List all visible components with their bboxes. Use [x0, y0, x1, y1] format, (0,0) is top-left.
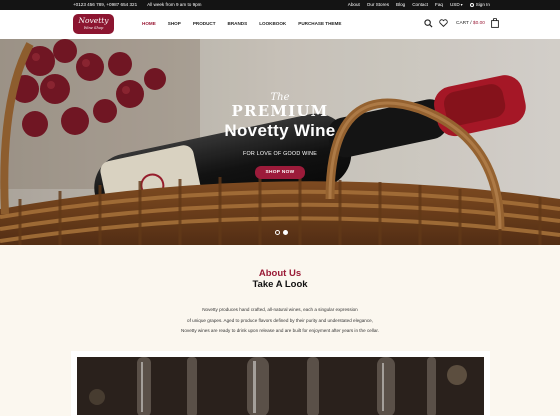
hero-premium-text: PREMIUM: [231, 102, 329, 120]
search-icon[interactable]: [424, 18, 433, 28]
top-link-about[interactable]: About: [348, 2, 360, 7]
cart-label: CART /: [456, 20, 472, 26]
top-bar: +0123 456 789, +0987 654 321 All week fr…: [0, 0, 560, 10]
site-logo[interactable]: Novetty Wine Shop: [73, 14, 114, 34]
top-link-contact[interactable]: Contact: [412, 2, 428, 7]
top-link-our-stores[interactable]: Our Stores: [367, 2, 389, 7]
wishlist-heart-icon[interactable]: [439, 19, 448, 27]
top-link-blog[interactable]: Blog: [396, 2, 405, 7]
user-icon: [469, 2, 474, 7]
gallery-frame: [71, 351, 490, 416]
about-line-3: Novetty wines are ready to drink upon re…: [181, 328, 379, 333]
about-line-2: of unique grapes. Aged to produce flavor…: [187, 317, 373, 323]
hero-title: Novetty Wine: [224, 121, 336, 140]
about-section: About Us Take A Look Novetty produces ha…: [0, 268, 560, 337]
nav-item-home[interactable]: HOME: [142, 21, 156, 26]
wine-glasses-illustration: [77, 357, 484, 415]
slider-pagination: [275, 230, 288, 235]
about-line-1: Novetty produces hand crafted, all-natur…: [202, 307, 358, 312]
nav-item-shop[interactable]: SHOP: [168, 21, 181, 26]
hero-slider: The PREMIUM Novetty Wine FOR LOVE OF GOO…: [0, 39, 560, 245]
main-nav: HOME SHOP PRODUCT BRANDS LOOKBOOK PURCHA…: [142, 21, 341, 26]
cart-link[interactable]: CART / $0.00: [456, 21, 485, 26]
nav-item-brands[interactable]: BRANDS: [228, 21, 248, 26]
wine-glasses-image: [77, 357, 484, 415]
about-kicker: About Us: [258, 268, 302, 279]
hero-tagline: FOR LOVE OF GOOD WINE: [243, 151, 317, 157]
logo-subtitle: Wine Shop: [83, 26, 104, 30]
logo-name: Novetty: [78, 16, 109, 25]
phone-numbers: +0123 456 789, +0987 654 321: [73, 2, 138, 7]
cart-bag-icon[interactable]: [491, 18, 499, 28]
cart-total: $0.00: [472, 20, 485, 26]
about-description: Novetty produces hand crafted, all-natur…: [0, 305, 560, 337]
signin-label: Sign In: [475, 2, 490, 7]
nav-item-purchase-theme[interactable]: PURCHASE THEME: [298, 21, 341, 26]
currency-label: USD: [449, 2, 460, 7]
nav-item-lookbook[interactable]: LOOKBOOK: [259, 21, 286, 26]
nav-item-product[interactable]: PRODUCT: [193, 21, 216, 26]
signin-link[interactable]: Sign In: [469, 2, 490, 7]
chevron-down-icon: ▾: [460, 2, 463, 7]
about-title: Take A Look: [252, 279, 308, 290]
site-header: Novetty Wine Shop HOME SHOP PRODUCT BRAN…: [0, 10, 560, 39]
shop-now-button[interactable]: SHOP NOW: [254, 166, 306, 179]
slider-dot-2[interactable]: [283, 230, 288, 235]
top-link-faq[interactable]: Faq: [435, 2, 443, 7]
slider-dot-1[interactable]: [275, 230, 280, 235]
opening-hours: All week from 9 am to 9pm: [147, 2, 202, 7]
currency-selector[interactable]: USD▾: [450, 2, 463, 7]
